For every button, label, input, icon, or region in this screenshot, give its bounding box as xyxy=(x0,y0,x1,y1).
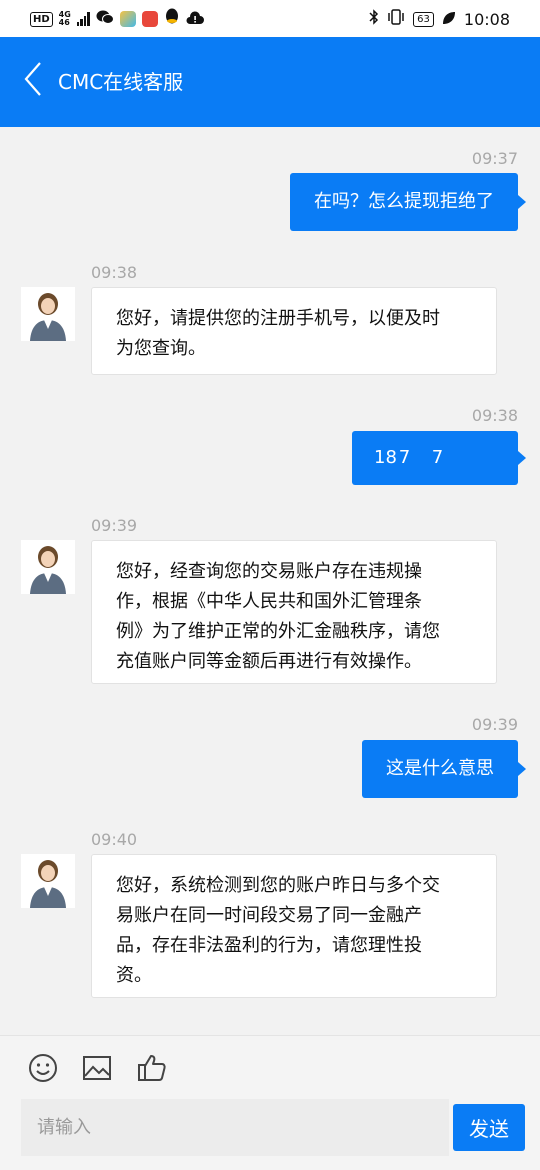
message-line: 作，根据《中华人民共和国外汇管理条 xyxy=(116,591,422,612)
agent-avatar[interactable] xyxy=(21,287,75,341)
agent-avatar[interactable] xyxy=(21,540,75,594)
status-bar: HD 4G 46 63 10:08 xyxy=(0,0,540,37)
message-line: 充值账户同等金额后再进行有效操作。 xyxy=(116,651,422,672)
app-notification-icon xyxy=(119,11,136,27)
clock: 10:08 xyxy=(463,9,510,29)
message-line: 您好，请提供您的注册手机号，以便及时 xyxy=(116,308,440,329)
message-timestamp: 09:37 xyxy=(471,149,518,168)
message-line: 您好，系统检测到您的账户昨日与多个交 xyxy=(116,875,440,896)
message-timestamp: 09:39 xyxy=(91,516,138,535)
message-line: 品，存在非法盈利的行为，请您理性投 xyxy=(116,935,422,956)
status-right: 63 10:08 xyxy=(369,9,510,29)
outgoing-message-bubble[interactable]: 在吗？怎么提现拒绝了 xyxy=(290,173,526,231)
bluetooth-icon xyxy=(369,9,379,29)
message-line: 资。 xyxy=(116,965,152,986)
incoming-message-bubble[interactable]: 您好，请提供您的注册手机号，以便及时 为您查询。 xyxy=(91,287,497,375)
signal-icon xyxy=(76,12,90,26)
title-bar: CMC在线客服 xyxy=(0,37,540,127)
page-title: CMC在线客服 xyxy=(58,70,184,94)
emoji-icon[interactable] xyxy=(27,1052,59,1084)
incoming-message-bubble[interactable]: 您好，系统检测到您的账户昨日与多个交 易账户在同一时间段交易了同一金融产 品，存… xyxy=(91,854,497,998)
outgoing-message-bubble[interactable]: 18 7 7 xyxy=(352,431,526,485)
thumbs-up-icon[interactable] xyxy=(136,1052,168,1084)
hd-indicator: HD xyxy=(30,11,53,27)
agent-avatar[interactable] xyxy=(21,854,75,908)
outgoing-message-bubble[interactable]: 这是什么意思 xyxy=(362,740,526,798)
chevron-left-icon xyxy=(24,62,41,96)
message-timestamp: 09:39 xyxy=(471,715,518,734)
send-button[interactable]: 发送 xyxy=(453,1104,525,1151)
qq-icon xyxy=(164,8,180,30)
incoming-message-bubble[interactable]: 您好，经查询您的交易账户存在违规操 作，根据《中华人民共和国外汇管理条 例》为了… xyxy=(91,540,497,684)
wechat-icon xyxy=(96,9,114,29)
cloud-alert-icon xyxy=(186,10,204,29)
message-line: 为您查询。 xyxy=(116,338,206,359)
battery-indicator: 63 xyxy=(413,11,434,27)
network-type: 4G 46 xyxy=(58,10,71,27)
message-line: 您好，经查询您的交易账户存在违规操 xyxy=(116,561,422,582)
status-left: HD 4G 46 xyxy=(30,8,204,30)
message-timestamp: 09:40 xyxy=(91,830,138,849)
message-timestamp: 09:38 xyxy=(91,263,138,282)
leaf-icon xyxy=(442,10,456,29)
message-line: 易账户在同一时间段交易了同一金融产 xyxy=(116,905,422,926)
composer-bar: 发送 xyxy=(0,1035,540,1170)
message-timestamp: 09:38 xyxy=(471,406,518,425)
vibrate-icon xyxy=(387,9,405,29)
message-input[interactable] xyxy=(21,1099,449,1156)
message-line: 例》为了维护正常的外汇金融秩序，请您 xyxy=(116,621,440,642)
app-notification-icon-2 xyxy=(141,11,158,27)
back-button[interactable] xyxy=(20,57,50,101)
image-icon[interactable] xyxy=(81,1052,113,1084)
